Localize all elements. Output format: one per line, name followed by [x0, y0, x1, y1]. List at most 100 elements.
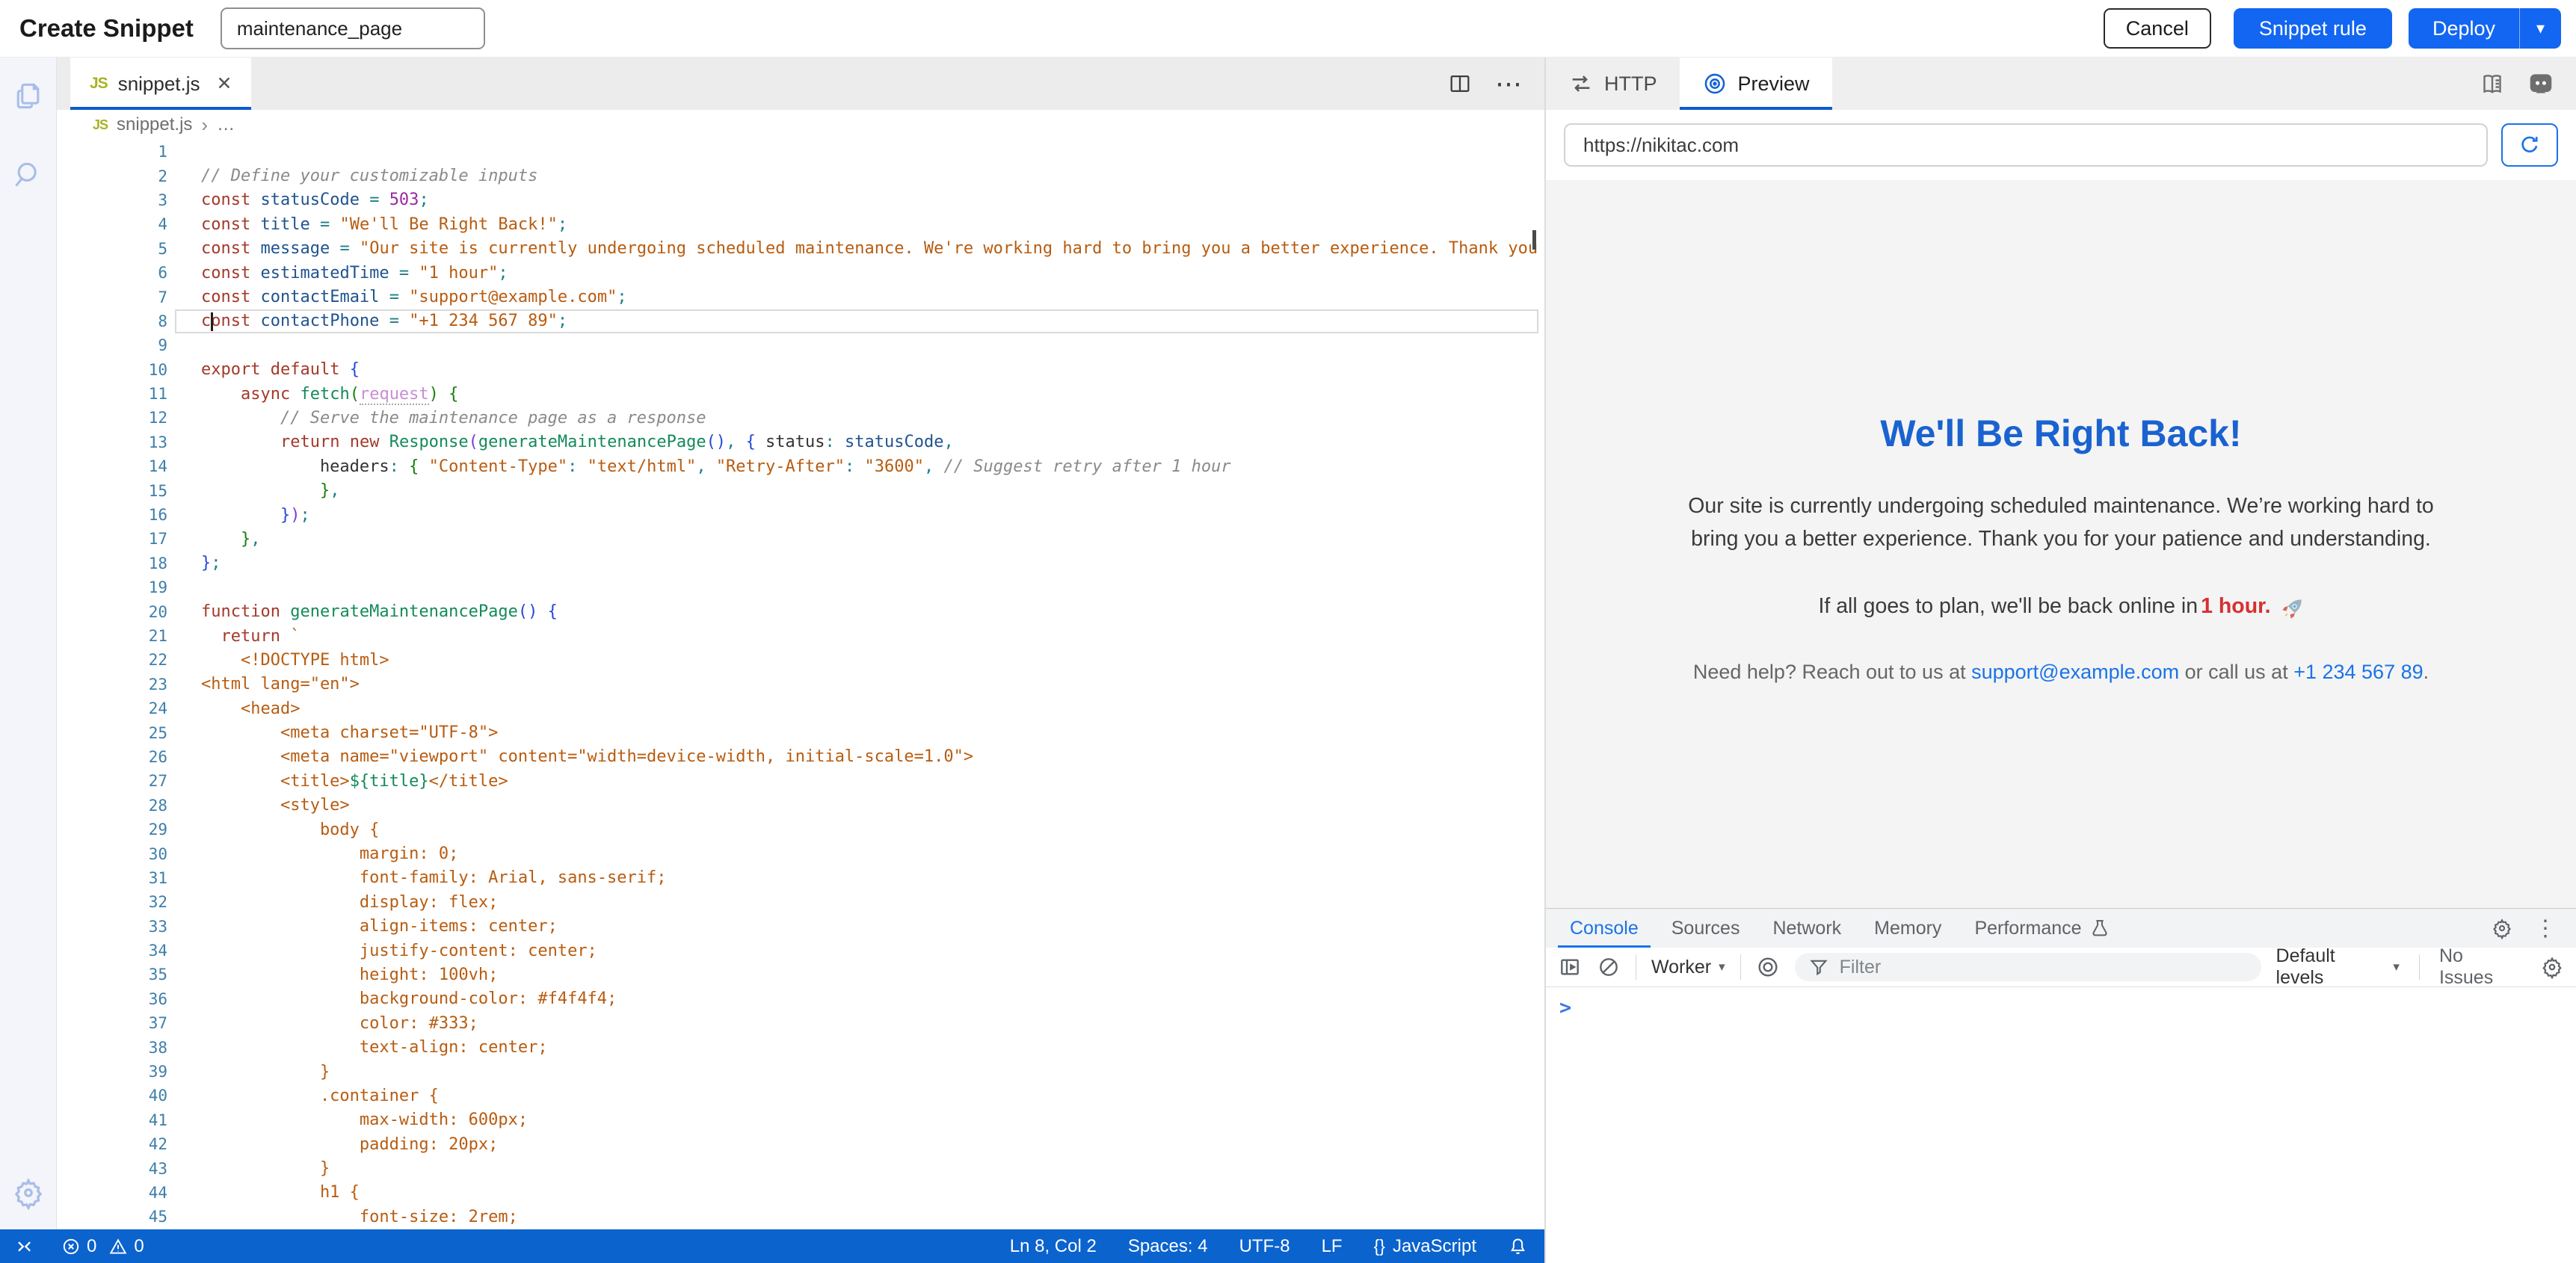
log-levels-dropdown[interactable]: Default levels ▾	[2276, 945, 2400, 989]
maintenance-contact: Need help? Reach out to us at support@ex…	[1672, 661, 2450, 684]
code-line[interactable]: 42 padding: 20px;	[57, 1132, 1544, 1156]
indentation[interactable]: Spaces: 4	[1128, 1236, 1208, 1257]
code-line[interactable]: 22 <!DOCTYPE html>	[57, 648, 1544, 672]
tab-snippet-js[interactable]: JS snippet.js ✕	[70, 58, 251, 110]
code-line[interactable]: 33 align-items: center;	[57, 915, 1544, 939]
line-content: max-width: 600px;	[201, 1111, 528, 1129]
code-line[interactable]: 27 <title>${title}</title>	[57, 769, 1544, 793]
code-line[interactable]: 7const contactEmail = "support@example.c…	[57, 285, 1544, 309]
language-mode[interactable]: {} JavaScript	[1374, 1236, 1476, 1257]
code-line[interactable]: 35 height: 100vh;	[57, 963, 1544, 986]
code-line[interactable]: 17 },	[57, 527, 1544, 551]
execution-context-selector[interactable]: Worker ▾	[1651, 957, 1725, 978]
code-line[interactable]: 21 return `	[57, 624, 1544, 648]
breadcrumb[interactable]: JS snippet.js › …	[57, 110, 1544, 140]
code-line[interactable]: 38 text-align: center;	[57, 1035, 1544, 1059]
code-line[interactable]: 3const statusCode = 503;	[57, 188, 1544, 212]
code-line[interactable]: 20function generateMaintenancePage() {	[57, 599, 1544, 623]
code-line[interactable]: 13 return new Response(generateMaintenan…	[57, 430, 1544, 454]
cancel-button[interactable]: Cancel	[2104, 8, 2211, 49]
code-line[interactable]: 24 <head>	[57, 697, 1544, 720]
console-sidebar-toggle-icon[interactable]	[1558, 955, 1582, 979]
code-line[interactable]: 26 <meta name="viewport" content="width=…	[57, 745, 1544, 769]
code-line[interactable]: 44 h1 {	[57, 1181, 1544, 1205]
issues-counter[interactable]: No Issues	[2439, 945, 2521, 989]
devtools-settings-gear-icon[interactable]	[2491, 917, 2513, 939]
cursor-position[interactable]: Ln 8, Col 2	[1010, 1236, 1097, 1257]
contact-link[interactable]: +1 234 567 89	[2293, 661, 2423, 683]
devtools-tab-network[interactable]: Network	[1756, 909, 1858, 948]
snippet-rule-button[interactable]: Snippet rule	[2234, 8, 2392, 49]
console-filter-input[interactable]: Filter	[1795, 953, 2261, 981]
code-line[interactable]: 25 <meta charset="UTF-8">	[57, 720, 1544, 744]
clear-console-icon[interactable]	[1597, 955, 1621, 979]
tab-http[interactable]: HTTP	[1546, 58, 1680, 110]
code-line[interactable]: 40 .container {	[57, 1084, 1544, 1108]
code-line[interactable]: 5const message = "Our site is currently …	[57, 237, 1544, 261]
notifications-bell-icon[interactable]	[1508, 1236, 1528, 1256]
code-line[interactable]: 23<html lang="en">	[57, 673, 1544, 697]
code-line[interactable]: 32 display: flex;	[57, 890, 1544, 914]
close-tab-icon[interactable]: ✕	[217, 72, 232, 95]
encoding[interactable]: UTF-8	[1239, 1236, 1290, 1257]
code-line[interactable]: 15 },	[57, 478, 1544, 502]
snippet-name-input[interactable]	[221, 7, 485, 49]
code-line[interactable]: 34 justify-content: center;	[57, 939, 1544, 963]
tab-label: snippet.js	[118, 72, 200, 96]
braces-icon: {}	[1374, 1236, 1385, 1256]
code-line[interactable]: 31 font-family: Arial, sans-serif;	[57, 866, 1544, 890]
code-line[interactable]: 9	[57, 333, 1544, 357]
code-line[interactable]: 29 body {	[57, 818, 1544, 842]
settings-gear-icon[interactable]	[11, 1176, 46, 1210]
devtools-tab-sources[interactable]: Sources	[1655, 909, 1757, 948]
scrollbar-mark[interactable]	[1532, 230, 1536, 250]
code-line[interactable]: 30 margin: 0;	[57, 842, 1544, 865]
preview-url-input[interactable]	[1564, 123, 2488, 167]
devtools-tab-console[interactable]: Console	[1553, 909, 1655, 948]
code-line[interactable]: 16 });	[57, 503, 1544, 527]
code-line[interactable]: 1	[57, 140, 1544, 164]
more-actions-icon[interactable]: ⋯	[1495, 70, 1522, 97]
discord-chat-icon[interactable]	[2527, 70, 2555, 98]
devtools-menu-kebab-icon[interactable]: ⋮	[2534, 915, 2557, 942]
code-line[interactable]: 8const contactPhone = "+1 234 567 89";	[57, 309, 1544, 333]
code-line[interactable]: 12 // Serve the maintenance page as a re…	[57, 406, 1544, 430]
line-content: export default {	[201, 360, 360, 379]
code-line[interactable]: 4const title = "We'll Be Right Back!";	[57, 212, 1544, 236]
contact-link[interactable]: support@example.com	[1971, 661, 2179, 683]
code-line[interactable]: 10export default {	[57, 358, 1544, 382]
devtools-tab-memory[interactable]: Memory	[1858, 909, 1958, 948]
line-number: 30	[57, 845, 167, 863]
code-line[interactable]: 2// Define your customizable inputs	[57, 164, 1544, 188]
code-line[interactable]: 39 }	[57, 1060, 1544, 1084]
code-line[interactable]: 28 <style>	[57, 794, 1544, 818]
code-line[interactable]: 37 color: #333;	[57, 1011, 1544, 1035]
reload-button[interactable]	[2501, 123, 2558, 167]
code-editor[interactable]: 12// Define your customizable inputs3con…	[57, 140, 1544, 1229]
code-line[interactable]: 14 headers: { "Content-Type": "text/html…	[57, 454, 1544, 478]
search-icon[interactable]	[11, 158, 46, 192]
console-prompt-icon[interactable]: >	[1559, 996, 1571, 1019]
deploy-dropdown-button[interactable]: ▾	[2519, 8, 2561, 49]
code-line[interactable]: 36 background-color: #f4f4f4;	[57, 987, 1544, 1011]
code-line[interactable]: 43 }	[57, 1156, 1544, 1180]
live-expression-eye-icon[interactable]	[1756, 955, 1780, 979]
console-settings-gear-icon[interactable]	[2540, 955, 2564, 979]
code-line[interactable]: 18};	[57, 552, 1544, 575]
split-editor-icon[interactable]	[1447, 71, 1473, 96]
code-line[interactable]: 11 async fetch(request) {	[57, 382, 1544, 406]
code-line[interactable]: 41 max-width: 600px;	[57, 1108, 1544, 1132]
devtools-tab-performance[interactable]: Performance	[1958, 909, 2126, 948]
code-line[interactable]: 45 font-size: 2rem;	[57, 1205, 1544, 1229]
code-line[interactable]: 19	[57, 575, 1544, 599]
files-icon[interactable]	[11, 78, 46, 113]
problems-indicator[interactable]: 0 0	[61, 1236, 144, 1257]
line-content: },	[201, 481, 339, 500]
remote-indicator-icon[interactable]	[13, 1236, 34, 1257]
docs-book-icon[interactable]	[2479, 70, 2506, 97]
tab-preview[interactable]: Preview	[1680, 58, 1832, 110]
eol-type[interactable]: LF	[1322, 1236, 1343, 1257]
deploy-button[interactable]: Deploy	[2409, 8, 2519, 49]
code-line[interactable]: 6const estimatedTime = "1 hour";	[57, 261, 1544, 285]
console-output[interactable]: >	[1546, 987, 2576, 1263]
